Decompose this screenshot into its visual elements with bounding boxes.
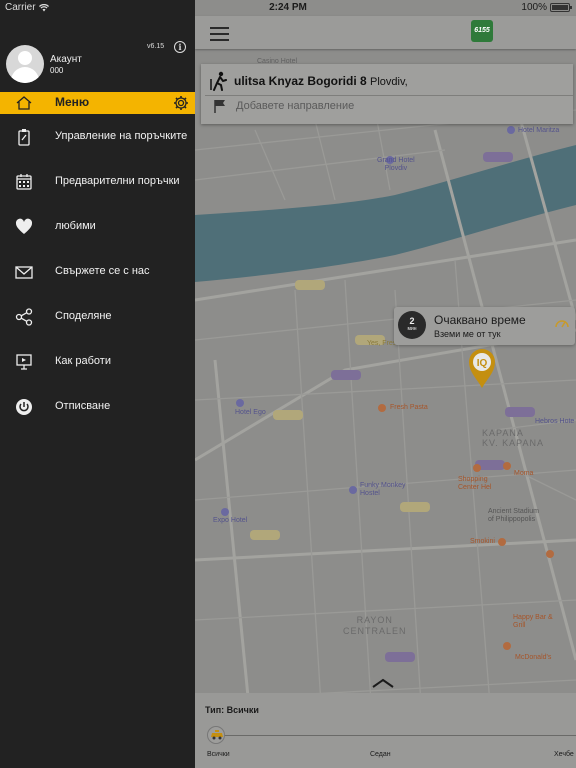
battery-icon [550, 3, 572, 12]
brand-logo: 6155 [471, 20, 493, 42]
avatar[interactable] [6, 45, 44, 83]
map-poi-label: Moma [514, 470, 534, 477]
address-card: ulitsa Knyaz Bogoridi 8 Plovdiv, Добавет… [201, 64, 573, 124]
hamburger-menu-icon[interactable] [210, 27, 229, 41]
map-poi-label: Smokini [470, 538, 495, 545]
battery-percent: 100% [521, 2, 547, 13]
map-poi-label: Funky Monkey Hostel [360, 482, 406, 497]
eta-badge: 2 мин [398, 311, 426, 339]
pickup-city: Plovdiv, [370, 76, 408, 88]
vehicle-option-hatchback[interactable]: Хечбе [554, 751, 574, 758]
envelope-icon [15, 266, 33, 279]
menu-item-share[interactable]: Споделяне [0, 297, 195, 337]
pickup-person-icon [210, 71, 227, 91]
eta-title: Очаквано време [434, 313, 526, 327]
presentation-icon [16, 354, 32, 370]
gear-icon[interactable] [173, 95, 189, 111]
battery-indicator: 100% [521, 2, 572, 13]
map-poi-label: Expo Hotel [213, 517, 248, 524]
clock-icon [555, 320, 569, 328]
pickup-street: ulitsa Knyaz Bogoridi 8 [234, 74, 367, 88]
destination-input[interactable]: Добавете направление [236, 100, 354, 112]
vehicle-type-panel: Тип: Всички Всички Седан Хечбе [195, 693, 576, 768]
map-area[interactable]: Casino Hotel Grand Hotel Plovdiv Hotel M… [195, 0, 576, 768]
map-district-label: RAYON CENTRALEN [343, 615, 407, 636]
location-pin-icon[interactable]: IQ [467, 347, 497, 389]
top-bar: 6155 [195, 16, 576, 49]
eta-subtitle: Вземи ме от тук [434, 329, 501, 339]
map-poi-label: Fresh Pasta [390, 404, 428, 411]
map-poi-label: Shopping Center Hel [458, 476, 492, 491]
order-clipboard-icon [18, 129, 30, 146]
eta-unit: мин [407, 326, 417, 332]
map-poi-label: Hebros Hote [535, 418, 575, 425]
taxi-icon [211, 730, 223, 740]
map-poi-label: Happy Bar & Grill [513, 614, 553, 629]
vehicle-type-slider[interactable] [215, 735, 576, 736]
account-name: Акаунт [50, 54, 82, 65]
calendar-icon [16, 174, 32, 190]
menu-item-label: Отписване [55, 400, 111, 412]
map-poi-label: Hotel Maritza [518, 127, 560, 134]
menu-item-favorites[interactable]: любими [0, 207, 195, 247]
share-icon [15, 308, 33, 326]
power-icon [16, 399, 32, 415]
vehicle-type-label: Тип: Всички [205, 705, 259, 715]
chevron-up-icon[interactable] [371, 676, 395, 690]
menu-item-logout[interactable]: Отписване [0, 387, 195, 427]
menu-item-label: Предварителни поръчки [55, 175, 180, 187]
vehicle-option-sedan[interactable]: Седан [370, 751, 391, 758]
pickup-eta-card[interactable]: 2 мин Очаквано време Вземи ме от тук [394, 307, 575, 345]
menu-item-preorders[interactable]: Предварителни поръчки [0, 162, 195, 202]
eta-minutes: 2 [409, 316, 415, 326]
menu-item-label: Управление на поръчките [55, 130, 188, 142]
map-poi-label: McDonald's [515, 654, 552, 661]
menu-header: Меню [0, 92, 195, 114]
menu-item-label: Споделяне [55, 310, 112, 322]
menu-item-label: Свържете се с нас [55, 265, 150, 277]
clock: 2:24 PM [269, 2, 307, 13]
menu-title: Меню [55, 95, 90, 109]
map-district-label: KAPANA KV. KAPANA [482, 428, 545, 448]
menu-item-label: любими [55, 220, 96, 232]
map-poi-label: Ancient Stadium of Philippopolis [488, 508, 539, 523]
map-poi-label: Hotel Ego [235, 409, 266, 416]
slider-handle[interactable] [207, 726, 225, 744]
menu-item-contact[interactable]: Свържете се с нас [0, 252, 195, 292]
menu-item-label: Как работи [55, 355, 111, 367]
vehicle-option-all[interactable]: Всички [207, 751, 230, 758]
map-poi-label: Grand Hotel Plovdiv [377, 157, 415, 172]
profile-section[interactable]: Акаунт 000 v6.15 i [0, 36, 195, 91]
menu-item-how-it-works[interactable]: Как работи [0, 342, 195, 382]
status-bar: Carrier 2:24 PM 100% [0, 0, 576, 16]
app-version: v6.15 [147, 43, 165, 50]
taxi-car-icon [483, 152, 513, 162]
heart-icon [15, 218, 33, 234]
menu-item-order-management[interactable]: Управление на поръчките [0, 117, 195, 157]
destination-flag-icon [214, 100, 225, 113]
svg-text:IQ: IQ [477, 358, 488, 369]
side-drawer: Акаунт 000 v6.15 i Меню Управление на по… [0, 0, 195, 768]
info-icon[interactable]: i [174, 41, 186, 53]
account-id: 000 [50, 66, 64, 75]
pickup-address: ulitsa Knyaz Bogoridi 8 Plovdiv, [234, 74, 408, 88]
home-icon[interactable] [16, 95, 32, 111]
